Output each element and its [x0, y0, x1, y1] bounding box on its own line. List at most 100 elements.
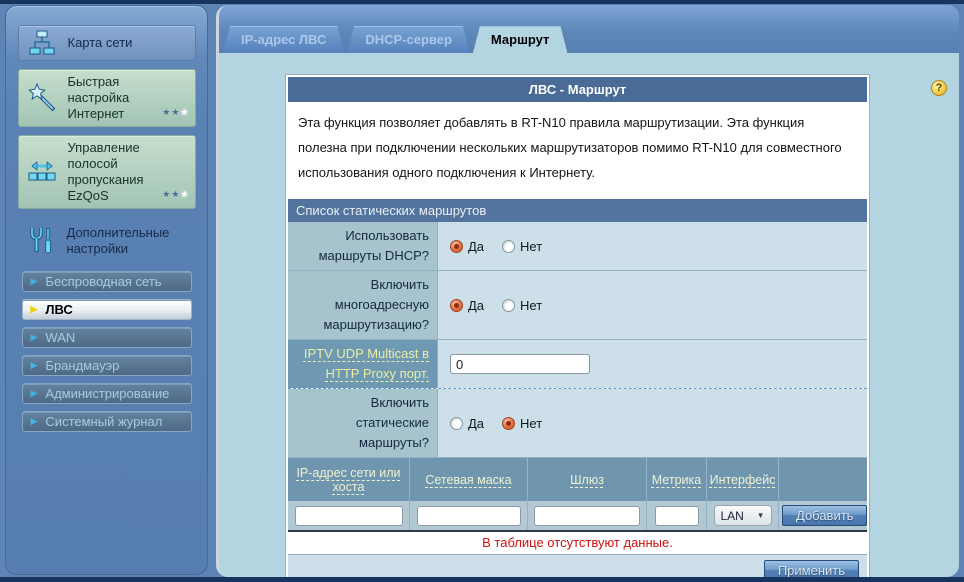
sidebar-item-label: Управление полосой пропускания EzQoS: [68, 140, 161, 204]
route-form: ЛВС - Маршрут Эта функция позволяет доба…: [286, 75, 869, 577]
radio-yes[interactable]: Да: [450, 239, 484, 254]
radio-no[interactable]: Нет: [502, 298, 542, 313]
sidebar-item-label: Системный журнал: [45, 414, 162, 429]
radio-no[interactable]: Нет: [502, 416, 542, 431]
radio-label: Нет: [520, 239, 542, 254]
col-header-ip[interactable]: IP-адрес сети или хоста: [288, 458, 409, 501]
netmask-cell: [409, 501, 527, 530]
arrow-icon: ▶: [31, 389, 38, 398]
col-header-actions: [778, 458, 867, 501]
rating-stars: ★★★: [162, 186, 189, 202]
radio-group: Да Нет: [438, 222, 867, 270]
radio-yes[interactable]: Да: [450, 298, 484, 313]
arrow-icon: ▶: [31, 417, 38, 426]
tab-route[interactable]: Маршрут: [473, 26, 568, 53]
arrow-icon: ▶: [31, 277, 38, 286]
arrow-icon: ▶: [31, 305, 38, 314]
tab-label: DHCP-сервер: [365, 32, 452, 47]
radio-yes[interactable]: Да: [450, 416, 484, 431]
gateway-input[interactable]: [534, 506, 640, 526]
form-description: Эта функция позволяет добавлять в RT-N10…: [288, 102, 867, 199]
main-panel: IP-адрес ЛВС DHCP-сервер Маршрут ? ЛВС -…: [216, 5, 959, 577]
sidebar: Карта сети Быстрая настройка Интернет ★★…: [5, 5, 208, 575]
routes-table-header: IP-адрес сети или хоста Сетевая маска Шл…: [288, 458, 867, 501]
sidebar-item-wan[interactable]: ▶ WAN: [22, 327, 192, 348]
arrow-icon: ▶: [31, 361, 38, 370]
section-header: Список статических маршрутов: [288, 199, 867, 222]
radio-label: Да: [468, 239, 484, 254]
col-header-metric[interactable]: Метрика: [646, 458, 706, 501]
iptv-port-input[interactable]: [450, 354, 590, 374]
metric-cell: [646, 501, 706, 530]
form-title: ЛВС - Маршрут: [288, 77, 867, 102]
star-icon: ★: [162, 189, 171, 199]
sidebar-item-network-map[interactable]: Карта сети: [18, 25, 196, 61]
metric-input[interactable]: [655, 506, 699, 526]
radio-group: Да Нет: [438, 389, 867, 457]
route-ip-input[interactable]: [295, 506, 403, 526]
interface-cell: LAN ▼: [706, 501, 778, 530]
col-header-gateway[interactable]: Шлюз: [527, 458, 646, 501]
sidebar-item-firewall[interactable]: ▶ Брандмауэр: [22, 355, 192, 376]
interface-select[interactable]: LAN ▼: [714, 505, 772, 526]
radio-label: Нет: [520, 416, 542, 431]
sidebar-item-lan[interactable]: ▶ ЛВС: [22, 299, 192, 320]
sidebar-item-label: WAN: [45, 330, 75, 345]
sidebar-item-system-log[interactable]: ▶ Системный журнал: [22, 411, 192, 432]
sidebar-item-label: Администрирование: [45, 386, 169, 401]
network-map-icon: [25, 30, 59, 56]
radio-group: Да Нет: [438, 271, 867, 339]
gateway-cell: [527, 501, 646, 530]
radio-selected-icon: [502, 417, 515, 430]
tab-lan-ip[interactable]: IP-адрес ЛВС: [223, 26, 344, 53]
apply-button[interactable]: Применить: [764, 560, 859, 578]
tab-dhcp-server[interactable]: DHCP-сервер: [347, 26, 470, 53]
interface-selected-value: LAN: [721, 509, 744, 523]
help-icon[interactable]: ?: [931, 80, 947, 96]
row-iptv-proxy-port: IPTV UDP Multicast в HTTP Proxy порт.: [288, 340, 867, 389]
tab-label: IP-адрес ЛВС: [241, 32, 326, 47]
radio-unselected-icon: [450, 417, 463, 430]
row-label: Использовать маршруты DHCP?: [288, 222, 438, 270]
row-label: Включить статические маршруты?: [288, 389, 438, 457]
col-header-netmask[interactable]: Сетевая маска: [409, 458, 527, 501]
star-icon: ★: [162, 107, 171, 117]
row-multicast-routing: Включить многоадресную маршрутизацию? Да…: [288, 271, 867, 340]
sidebar-item-label: Карта сети: [68, 35, 133, 51]
sidebar-item-label: ЛВС: [45, 302, 72, 317]
radio-selected-icon: [450, 299, 463, 312]
radio-unselected-icon: [502, 299, 515, 312]
rating-stars: ★★★: [162, 104, 189, 120]
sidebar-item-label: Брандмауэр: [45, 358, 119, 373]
chevron-down-icon: ▼: [757, 511, 765, 520]
apply-row: Применить: [288, 555, 867, 577]
star-icon: ★: [180, 107, 189, 117]
sidebar-item-wireless[interactable]: ▶ Беспроводная сеть: [22, 271, 192, 292]
empty-table-message: В таблице отсутствуют данные.: [288, 532, 867, 555]
iptv-port-cell: [438, 340, 867, 388]
star-icon: ★: [180, 189, 189, 199]
row-label-link[interactable]: IPTV UDP Multicast в HTTP Proxy порт.: [288, 340, 438, 388]
radio-label: Да: [468, 416, 484, 431]
sidebar-item-label: Беспроводная сеть: [45, 274, 161, 289]
netmask-input[interactable]: [417, 506, 521, 526]
sidebar-submenu: ▶ Беспроводная сеть ▶ ЛВС ▶ WAN ▶ Брандм…: [14, 271, 199, 432]
col-header-interface[interactable]: Интерфейс: [706, 458, 778, 501]
magic-wand-icon: [25, 83, 59, 113]
radio-label: Да: [468, 298, 484, 313]
radio-no[interactable]: Нет: [502, 239, 542, 254]
sidebar-item-advanced-settings[interactable]: Дополнительные настройки: [18, 221, 196, 261]
sidebar-item-ezqos[interactable]: Управление полосой пропускания EzQoS ★★★: [18, 135, 196, 209]
tab-bar: IP-адрес ЛВС DHCP-сервер Маршрут: [219, 5, 959, 53]
radio-selected-icon: [450, 240, 463, 253]
sidebar-item-label: Дополнительные настройки: [67, 225, 190, 257]
routes-entry-row: LAN ▼ Добавить: [288, 501, 867, 532]
add-button[interactable]: Добавить: [782, 505, 867, 526]
sidebar-item-quick-setup[interactable]: Быстрая настройка Интернет ★★★: [18, 69, 196, 127]
bandwidth-icon: [25, 160, 59, 184]
add-cell: Добавить: [778, 501, 870, 530]
sidebar-item-administration[interactable]: ▶ Администрирование: [22, 383, 192, 404]
radio-label: Нет: [520, 298, 542, 313]
tab-label: Маршрут: [491, 32, 550, 47]
ip-cell: [288, 501, 409, 530]
